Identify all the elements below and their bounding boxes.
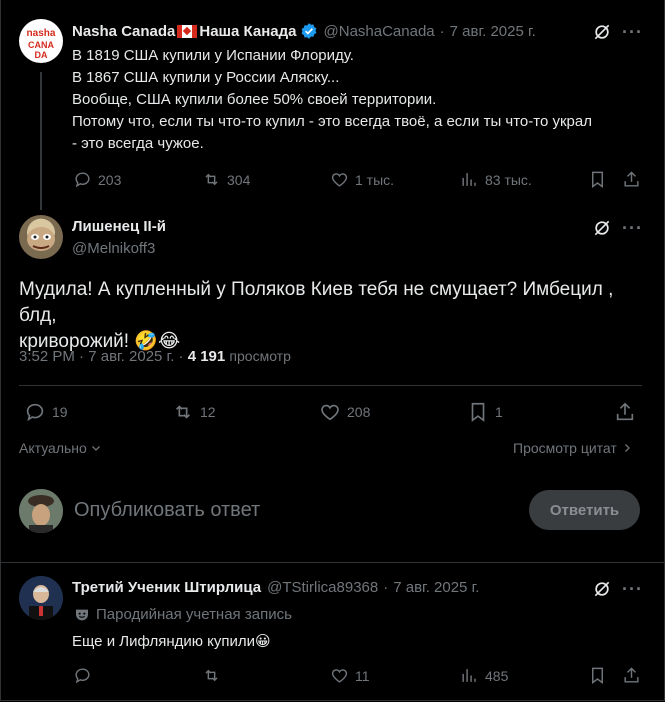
like-button[interactable]: 1 тыс. [330,170,394,189]
repost-button[interactable]: 304 [202,170,250,189]
tweet3-text: Еще и Лифляндию купили😀 [72,633,271,650]
repost-icon [205,669,218,682]
tweet-time[interactable]: 3:52 PM [19,348,75,365]
tweet-date[interactable]: 7 авг. 2025 г. [450,23,536,40]
grok-icon[interactable] [592,22,612,47]
heart-icon [331,173,348,187]
author-name[interactable]: Лишенец II-й [72,218,166,235]
reply-icon [75,668,90,684]
author-name[interactable]: Nasha Canada [72,23,175,40]
reply-icon [75,172,90,188]
share-button[interactable] [622,666,641,685]
views-label: просмотр [229,348,291,364]
bookmark-icon [471,402,485,422]
like-button[interactable]: 208 [319,401,370,423]
author-handle[interactable]: @Melnikoff3 [72,240,155,257]
verified-badge-icon [300,22,318,40]
view-quotes-link[interactable]: Просмотр цитат [513,440,633,456]
divider [0,562,665,563]
avatar-tstirlica[interactable] [19,576,63,620]
share-icon [624,171,639,187]
views-count: 4 191 [187,348,226,365]
avatar-melnikoff[interactable] [19,215,63,259]
bookmark-icon [592,667,603,685]
svg-text:CANA: CANA [28,40,54,50]
heart-icon [331,669,348,683]
avatar-nasha-canada[interactable]: nasha CANA DA [19,19,63,63]
views-icon [462,669,476,682]
tweet2-meta: 3:52 PM · 7 авг. 2025 г. · 4 191 просмот… [19,348,291,365]
views-button[interactable]: 83 тыс. [460,170,532,189]
reply-icon [26,403,44,422]
more-options-icon[interactable]: ··· [622,218,643,239]
heart-icon [321,404,339,421]
share-button[interactable] [622,170,641,189]
grok-icon[interactable] [592,218,612,243]
canada-flag-icon [177,24,198,38]
repost-icon [205,173,218,186]
views-button[interactable]: 485 [460,666,508,685]
chevron-right-icon [624,444,630,452]
svg-text:DA: DA [35,50,48,60]
bookmark-icon [592,171,603,189]
author-name-ru[interactable]: Наша Канада [199,23,296,40]
more-options-icon[interactable]: ··· [622,579,643,600]
avatar-current-user[interactable] [19,489,63,533]
repost-icon [175,405,191,419]
chevron-down-icon [91,446,100,451]
tweet-date[interactable]: 7 авг. 2025 г. [88,348,174,365]
author-handle[interactable]: @TStirlica89368 [267,579,378,596]
svg-text:nasha: nasha [27,28,56,39]
mask-icon [76,609,88,620]
grok-icon[interactable] [592,579,612,604]
repost-button[interactable]: 12 [172,401,216,423]
tweet-date[interactable]: 7 авг. 2025 г. [393,579,479,596]
author-name[interactable]: Третий Ученик Штирлица [72,579,261,596]
bookmark-button[interactable] [588,170,607,189]
tweet1-header: Nasha Canada Наша Канада @NashaCanada · … [72,22,536,40]
reply-button[interactable] [73,666,92,685]
repost-button[interactable] [202,666,221,685]
share-button[interactable] [614,401,636,423]
divider [19,385,642,386]
parody-label: Пародийная учетная запись [74,606,292,623]
tweet2-text: Мудила! А купленный у Поляков Киев тебя … [19,279,614,352]
views-icon [462,173,476,186]
like-button[interactable]: 11 [330,666,370,685]
reply-input[interactable]: Опубликовать ответ [74,499,260,522]
sort-relevance[interactable]: Актуально [19,440,102,456]
reply-button[interactable]: 19 [24,401,68,423]
more-options-icon[interactable]: ··· [622,22,643,43]
tweet1-text: В 1819 США купили у Испании Флориду. В 1… [72,47,592,152]
share-icon [616,402,634,421]
reply-button[interactable]: 203 [73,170,121,189]
reply-submit-button[interactable]: Ответить [529,490,640,530]
tweet3-header: Третий Ученик Штирлица @TStirlica89368 ·… [72,579,480,596]
thread-line [40,72,42,210]
bookmark-button[interactable] [588,666,607,685]
bookmark-button[interactable]: 1 [467,401,503,423]
author-handle[interactable]: @NashaCanada [324,23,435,40]
share-icon [624,667,639,683]
